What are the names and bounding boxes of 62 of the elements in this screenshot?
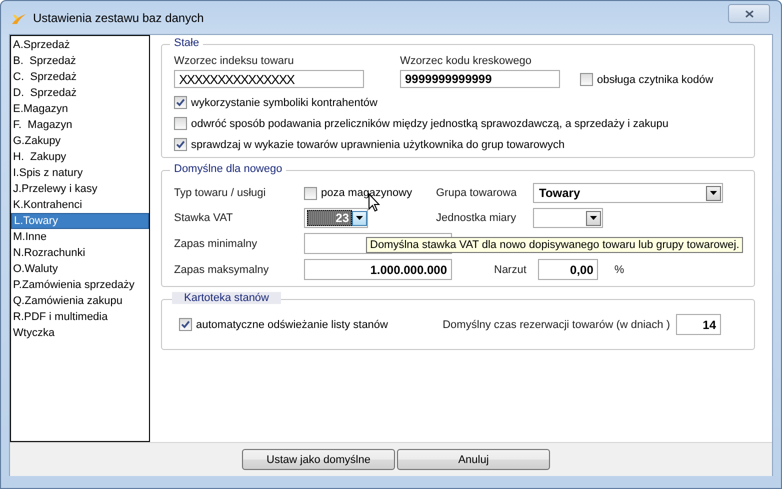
dialog-button[interactable]: Ustaw jako domyślne — [242, 449, 395, 470]
group-title: Domyślne dla nowego — [170, 163, 286, 175]
field-label: Zapas minimalny — [174, 238, 258, 250]
sidebar-item[interactable]: R.PDF i multimedia — [11, 309, 149, 325]
field-label: Jednostka miary — [436, 212, 518, 224]
sidebar-item[interactable]: F. Magazyn — [11, 117, 149, 133]
field-label: Wzorzec indeksu towaru — [174, 55, 295, 67]
checkbox-label: automatyczne odświeżanie listy stanów — [196, 318, 388, 330]
sidebar-item[interactable]: D. Sprzedaż — [11, 85, 149, 101]
input-field[interactable]: XXXXXXXXXXXXXXX — [174, 70, 364, 88]
dropdown[interactable] — [533, 208, 603, 228]
tooltip: Domyślna stawka VAT dla nowo dopisywanego towaru lub grupy towarowej. — [366, 237, 744, 253]
field-label: Narzut — [494, 264, 526, 276]
sidebar-item[interactable]: M.Inne — [11, 229, 149, 245]
checkbox-label: odwróć sposób podawania przeliczników między jednostką sprawozdawczą, a sprzedaży i zakupu — [191, 118, 669, 130]
sidebar-item[interactable]: E.Magazyn — [11, 101, 149, 117]
checkbox-label: wykorzystanie symboliki kontrahentów — [191, 96, 378, 108]
input-field[interactable]: 9999999999999 — [400, 70, 560, 88]
sidebar-item[interactable]: Q.Zamówienia zakupu — [11, 293, 149, 309]
sidebar-item[interactable]: J.Przelewy i kasy — [11, 181, 149, 197]
sidebar-item[interactable]: P.Zamówienia sprzedaży — [11, 277, 149, 293]
caret-icon — [356, 216, 363, 220]
checkbox-label: sprawdzaj w wykazie towarów uprawnienia użytkownika do grup towarowych — [191, 138, 565, 150]
sidebar-item[interactable]: L.Towary — [11, 213, 149, 229]
sidebar-item[interactable]: B. Sprzedaż — [11, 53, 149, 69]
dialog-button[interactable]: Anuluj — [397, 449, 550, 470]
dropdown[interactable]: 23 — [304, 208, 368, 228]
checkbox[interactable] — [304, 186, 317, 200]
close-icon — [744, 10, 754, 18]
window-title: Ustawienia zestawu baz danych — [33, 10, 204, 24]
unit-label: % — [614, 264, 624, 276]
dropdown[interactable]: Towary — [533, 183, 723, 203]
sidebar-item[interactable]: Wtyczka — [11, 325, 149, 341]
field-label: Stawka VAT — [174, 212, 234, 224]
field-label: Typ towaru / usługi — [174, 187, 267, 199]
sidebar-item[interactable]: O.Waluty — [11, 261, 149, 277]
field-label: Wzorzec kodu kreskowego — [400, 55, 532, 67]
field-label: Grupa towarowa — [436, 187, 518, 199]
sidebar-item[interactable]: C. Sprzedaż — [11, 69, 149, 85]
sidebar-item[interactable]: N.Rozrachunki — [11, 245, 149, 261]
checkbox[interactable] — [174, 96, 187, 109]
field-label: Zapas maksymalny — [174, 264, 270, 276]
checkbox[interactable] — [179, 318, 192, 331]
group-title: Kartoteka stanów — [172, 292, 281, 304]
caret-icon — [590, 216, 597, 220]
sidebar-item[interactable]: G.Zakupy — [11, 133, 149, 149]
checkbox-label: poza magazynowy — [321, 187, 412, 199]
input-field[interactable]: 0,00 — [538, 259, 598, 280]
sidebar-item[interactable]: K.Kontrahenci — [11, 197, 149, 213]
group-title: Stałe — [170, 37, 204, 49]
caret-icon — [710, 191, 717, 195]
sidebar-item[interactable]: H. Zakupy — [11, 149, 149, 165]
checkbox[interactable] — [174, 117, 187, 130]
input-field[interactable]: 1.000.000.000 — [304, 259, 452, 280]
sidebar-item[interactable]: A.Sprzedaż — [11, 37, 149, 53]
sidebar-item[interactable]: I.Spis z natury — [11, 165, 149, 181]
field-label: Domyślny czas rezerwacji towarów (w dniach ) — [442, 318, 670, 330]
checkbox[interactable] — [174, 138, 187, 151]
close-button[interactable] — [728, 4, 770, 23]
input-field[interactable]: 14 — [676, 314, 721, 335]
checkbox[interactable] — [580, 73, 593, 86]
checkbox-label: obsługa czytnika kodów — [597, 74, 714, 86]
